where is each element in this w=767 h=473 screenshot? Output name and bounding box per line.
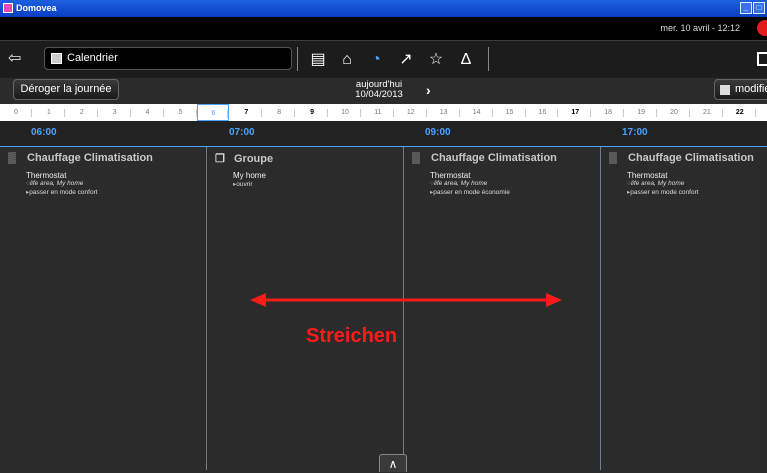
hour-tick[interactable]: 4 [132, 104, 164, 121]
time-label: 17:00 [622, 127, 648, 138]
event-title-label: Chauffage Climatisation [431, 152, 557, 164]
event-location: life area, My home [627, 180, 684, 187]
hour-tick[interactable]: 23 [757, 104, 767, 121]
event-title: ▒ Chauffage Climatisation [8, 152, 153, 164]
hour-tick[interactable]: 17 [559, 104, 592, 121]
edit-icon [720, 85, 730, 95]
current-date: aujourd'hui 10/04/2013 [339, 80, 419, 100]
hour-tick[interactable]: 18 [592, 104, 625, 121]
devices-icon[interactable]: ▤ [308, 50, 328, 70]
event-title: ▒ Chauffage Climatisation [412, 152, 557, 164]
event-location: life area, My home [430, 180, 487, 187]
event-device: Thermostat [627, 171, 668, 180]
event-title: ❐ Groupe [215, 152, 273, 165]
main-toolbar: ⇦ Calendrier ▤ ⌂ ◔ ↗ ☆ Δ [0, 40, 767, 78]
hour-tick[interactable]: 8 [263, 104, 296, 121]
event-title-label: Groupe [234, 153, 274, 165]
hour-tick[interactable]: 1 [33, 104, 65, 121]
heating-icon: ▒ [609, 152, 617, 164]
hour-ruler[interactable]: 01234567891011121314151617181920212223 [0, 104, 767, 121]
event-title: ▒ Chauffage Climatisation [609, 152, 754, 164]
modify-button-label: modifier [735, 83, 767, 95]
domovea-app-icon [3, 3, 13, 13]
modify-button[interactable]: modifier [714, 79, 767, 100]
calendar-selector[interactable]: Calendrier [44, 47, 292, 70]
hour-tick[interactable]: 16 [526, 104, 559, 121]
event-title-label: Chauffage Climatisation [27, 152, 153, 164]
restore-button[interactable]: □ [753, 2, 765, 14]
group-icon: ❐ [215, 153, 225, 165]
swipe-arrow-icon [250, 293, 562, 307]
event-action: ouvrir [233, 180, 252, 188]
home-icon[interactable]: ⌂ [337, 50, 357, 70]
time-label: 09:00 [425, 127, 451, 138]
record-indicator-icon [757, 20, 767, 36]
next-day-button[interactable]: › [426, 82, 431, 98]
heating-icon: ▒ [412, 152, 420, 164]
day-navigation-bar: Déroger la journée aujourd'hui 10/04/201… [0, 78, 767, 104]
event-device: My home [233, 171, 266, 180]
hour-tick[interactable]: 10 [329, 104, 361, 121]
event-action: passer en mode économie [430, 188, 510, 196]
hour-tick[interactable]: 7 [230, 104, 263, 121]
hour-tick[interactable]: 22 [724, 104, 756, 121]
hour-tick[interactable]: 2 [66, 104, 98, 121]
hour-tick[interactable]: 6 [197, 104, 230, 121]
date-time-display: mer. 10 avril - 12:12 [660, 23, 740, 33]
hour-tick[interactable]: 11 [362, 104, 394, 121]
clock-24h-icon[interactable]: ◔ [366, 50, 386, 70]
hour-tick[interactable]: 5 [165, 104, 197, 121]
minimize-button[interactable]: _ [740, 2, 752, 14]
heating-icon: ▒ [8, 152, 16, 164]
alarm-bell-icon[interactable]: Δ [456, 50, 476, 70]
event-column[interactable]: ▒ Chauffage Climatisation Thermostat life… [600, 147, 767, 470]
favorites-star-icon[interactable]: ☆ [426, 50, 446, 70]
status-bar: mer. 10 avril - 12:12 [0, 17, 767, 40]
hour-tick[interactable]: 13 [428, 104, 460, 121]
calendar-selector-label: Calendrier [67, 52, 118, 64]
hour-tick[interactable]: 19 [625, 104, 658, 121]
toolbar-divider [488, 47, 489, 71]
event-location: life area, My home [26, 180, 83, 187]
calendar-icon [51, 53, 62, 64]
hour-tick[interactable]: 12 [395, 104, 427, 121]
event-device: Thermostat [430, 171, 471, 180]
hour-tick[interactable]: 0 [0, 104, 32, 121]
expand-panel-button[interactable]: ∧ [379, 454, 407, 472]
hour-tick[interactable]: 14 [461, 104, 493, 121]
hour-tick[interactable]: 21 [691, 104, 723, 121]
event-action: passer en mode confort [26, 188, 97, 196]
window-mode-icon[interactable] [757, 52, 767, 66]
event-column[interactable]: ▒ Chauffage Climatisation Thermostat life… [0, 147, 206, 470]
time-label: 07:00 [229, 127, 255, 138]
hour-tick[interactable]: 9 [296, 104, 329, 121]
hour-tick[interactable]: 3 [99, 104, 131, 121]
hour-tick[interactable]: 20 [658, 104, 690, 121]
today-date: 10/04/2013 [355, 89, 403, 100]
event-device: Thermostat [26, 171, 67, 180]
hour-tick[interactable]: 15 [494, 104, 526, 121]
event-action: passer en mode confort [627, 188, 698, 196]
camera-icon[interactable]: ↗ [396, 50, 416, 70]
timeline-header: 06:00 07:00 09:00 17:00 [0, 121, 767, 146]
time-label: 06:00 [31, 127, 57, 138]
toolbar-divider [297, 47, 298, 71]
derogate-day-button[interactable]: Déroger la journée [13, 79, 119, 100]
swipe-gesture-label: Streichen [306, 325, 398, 347]
window-title: Domovea [16, 3, 57, 13]
window-titlebar: Domovea _ □ [0, 0, 767, 17]
event-title-label: Chauffage Climatisation [628, 152, 754, 164]
back-arrow-icon[interactable]: ⇦ [8, 49, 21, 69]
